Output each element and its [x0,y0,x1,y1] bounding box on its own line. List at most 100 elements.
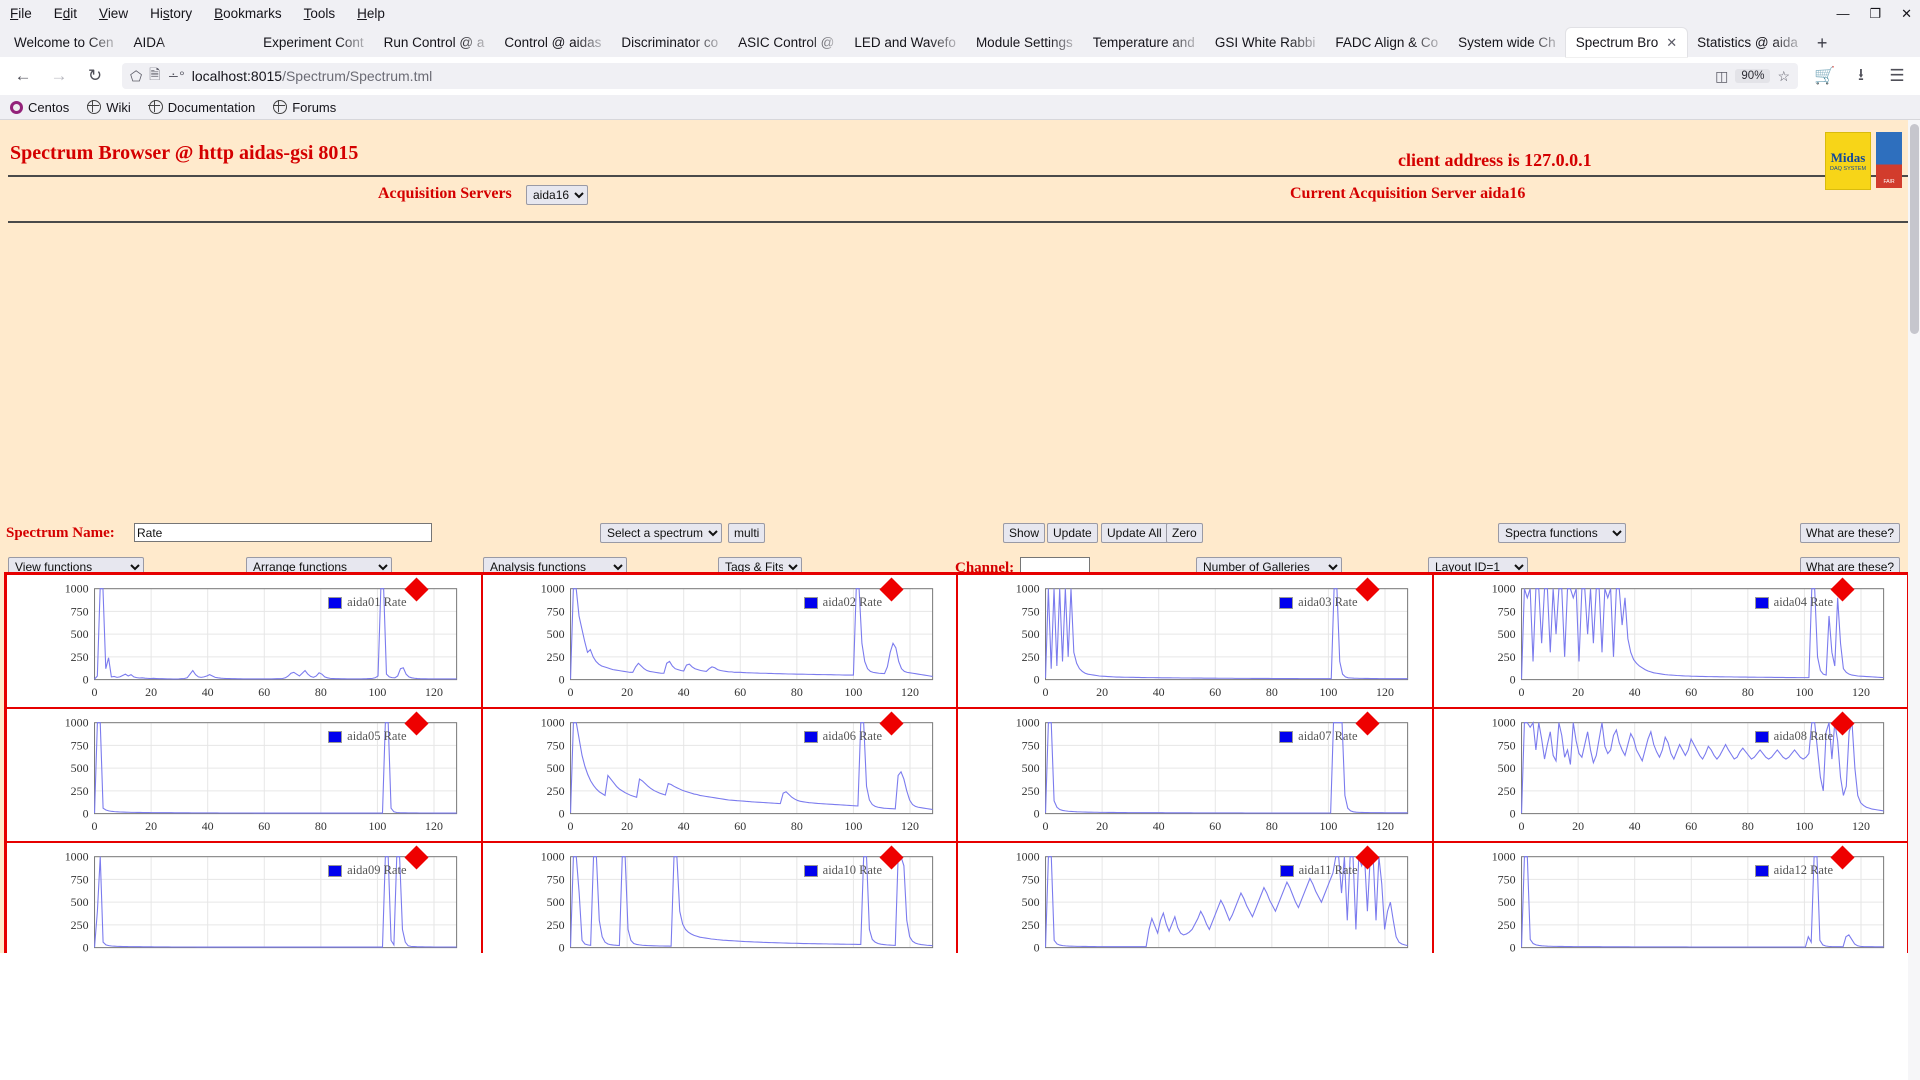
browser-tab[interactable]: Run Control @ a [374,28,495,57]
downloads-icon[interactable]: ⭳ [1846,61,1876,91]
legend-label: aida10 Rate [823,863,882,878]
url-bar[interactable]: ⬠ 🗎 ∸° localhost:8015/Spectrum/Spectrum.… [122,63,1798,89]
select-a-spectrum-dropdown[interactable]: Select a spectrum [600,523,722,543]
x-tick-label: 60 [1209,685,1221,699]
update-button[interactable]: Update [1047,523,1098,543]
y-tick-label: 750 [1497,872,1515,886]
menu-item-help[interactable]: Help [357,6,385,21]
browser-tab[interactable]: Control @ aidas [494,28,611,57]
client-address: client address is 127.0.0.1 [1398,150,1592,171]
bookmark-item[interactable]: Centos [10,100,69,115]
pocket-icon[interactable]: 🛒 [1810,61,1840,91]
spectrum-panel[interactable]: 02505007501000020406080100120aida04 Rate [1433,574,1909,708]
page-icon[interactable]: 🗎 [149,64,160,88]
bookmark-item[interactable]: Wiki [87,100,131,115]
y-tick-label: 250 [1497,784,1515,798]
y-tick-label: 250 [546,918,564,932]
bookmarks-bar: Centos Wiki Documentation Forums [0,95,1920,120]
y-tick-label: 1000 [1016,716,1040,730]
y-tick-label: 500 [1022,627,1040,641]
x-tick-label: 40 [677,819,689,833]
update-all-button[interactable]: Update All [1101,523,1168,543]
x-tick-label: 120 [425,685,443,699]
x-tick-label: 60 [734,685,746,699]
x-tick-label: 80 [1741,685,1753,699]
navigation-toolbar: ← → ↻ ⬠ 🗎 ∸° localhost:8015/Spectrum/Spe… [0,57,1920,95]
multi-button[interactable]: multi [728,523,765,543]
zoom-level-badge[interactable]: 90% [1735,69,1770,83]
spectrum-panel[interactable]: 02505007501000020406080100120aida01 Rate [6,574,482,708]
y-tick-label: 1000 [1016,582,1040,596]
browser-tab[interactable]: LED and Wavefo [844,28,966,57]
x-tick-label: 0 [1518,685,1524,699]
spectrum-panel[interactable]: 02505007501000020406080100120aida12 Rate [1433,842,1909,953]
y-tick-label: 0 [83,807,89,821]
close-window-button[interactable]: ✕ [1901,6,1912,22]
menu-item-tools[interactable]: Tools [304,6,336,21]
tab-active[interactable]: Spectrum Bro✕ [1566,28,1687,57]
y-tick-label: 750 [71,872,89,886]
spectra-functions-dropdown[interactable]: Spectra functions [1498,523,1626,543]
legend-swatch [804,865,818,877]
browser-tab[interactable]: Statistics @ aida [1687,28,1808,57]
browser-tab[interactable]: Temperature and [1083,28,1205,57]
spectrum-panel[interactable]: 02505007501000020406080100120aida09 Rate [6,842,482,953]
show-button[interactable]: Show [1003,523,1045,543]
x-tick-label: 40 [202,685,214,699]
globe-icon [149,100,163,114]
spectrum-panel[interactable]: 02505007501000020406080100120aida11 Rate [957,842,1433,953]
spectrum-name-label: Spectrum Name: [6,525,115,542]
spectrum-panel[interactable]: 02505007501000020406080100120aida02 Rate [482,574,958,708]
chart-legend: aida03 Rate [1279,595,1357,610]
forward-button[interactable]: → [44,61,74,91]
zero-button[interactable]: Zero [1166,523,1203,543]
chart-legend: aida01 Rate [328,595,406,610]
shield-icon[interactable]: ⬠ [130,68,142,85]
spectrum-panel[interactable]: 02505007501000020406080100120aida07 Rate [957,708,1433,842]
browser-tab[interactable]: GSI White Rabbi [1205,28,1326,57]
y-tick-label: 750 [1497,604,1515,618]
bookmark-item[interactable]: Documentation [149,100,255,115]
spectrum-panel[interactable]: 02505007501000020406080100120aida10 Rate [482,842,958,953]
permissions-icon[interactable]: ∸° [167,68,184,85]
browser-tab[interactable]: Welcome to Cen [4,28,124,57]
browser-tab[interactable]: FADC Align & Co [1325,28,1448,57]
x-tick-label: 100 [1795,819,1813,833]
tab-label: ASIC Control @ [738,35,834,50]
reload-button[interactable]: ↻ [80,61,110,91]
menu-item-view[interactable]: View [99,6,128,21]
new-tab-button[interactable]: + [1808,33,1837,57]
y-tick-label: 500 [1497,761,1515,775]
spectrum-panel[interactable]: 02505007501000020406080100120aida06 Rate [482,708,958,842]
bookmark-star-icon[interactable]: ☆ [1777,68,1790,85]
bookmark-item[interactable]: Forums [273,100,336,115]
page-scrollbar-thumb[interactable] [1910,124,1919,334]
spectrum-browser-page: Spectrum Browser @ http aidas-gsi 8015 c… [0,120,1920,953]
close-tab-icon[interactable]: ✕ [1666,35,1677,51]
maximize-button[interactable]: ❐ [1869,6,1881,22]
menu-item-history[interactable]: History [150,6,192,21]
y-tick-label: 250 [1497,918,1515,932]
browser-tab[interactable]: Discriminator co [611,28,728,57]
browser-tab[interactable]: ASIC Control @ [728,28,844,57]
reader-mode-icon[interactable]: ◫ [1715,68,1728,85]
back-button[interactable]: ← [8,61,38,91]
menu-item-bookmarks[interactable]: Bookmarks [214,6,282,21]
spectrum-panel[interactable]: 02505007501000020406080100120aida08 Rate [1433,708,1909,842]
spectrum-panel[interactable]: 02505007501000020406080100120aida03 Rate [957,574,1433,708]
menu-item-file[interactable]: File [10,6,32,21]
menu-item-edit[interactable]: Edit [54,6,77,21]
browser-tab[interactable]: Module Settings [966,28,1083,57]
what-are-these-button-1[interactable]: What are these? [1800,523,1900,543]
y-tick-label: 0 [1034,941,1040,953]
x-tick-label: 20 [145,819,157,833]
browser-tab[interactable]: Experiment Cont [253,28,374,57]
minimize-button[interactable]: — [1836,6,1849,21]
url-text[interactable]: localhost:8015/Spectrum/Spectrum.tml [192,68,1708,84]
app-menu-icon[interactable]: ☰ [1882,61,1912,91]
spectrum-panel[interactable]: 02505007501000020406080100120aida05 Rate [6,708,482,842]
browser-tab[interactable]: AIDA [124,28,176,57]
acquisition-server-select[interactable]: aida16 [526,185,588,205]
browser-tab[interactable]: System wide Ch [1448,28,1566,57]
spectrum-name-input[interactable] [134,523,432,542]
